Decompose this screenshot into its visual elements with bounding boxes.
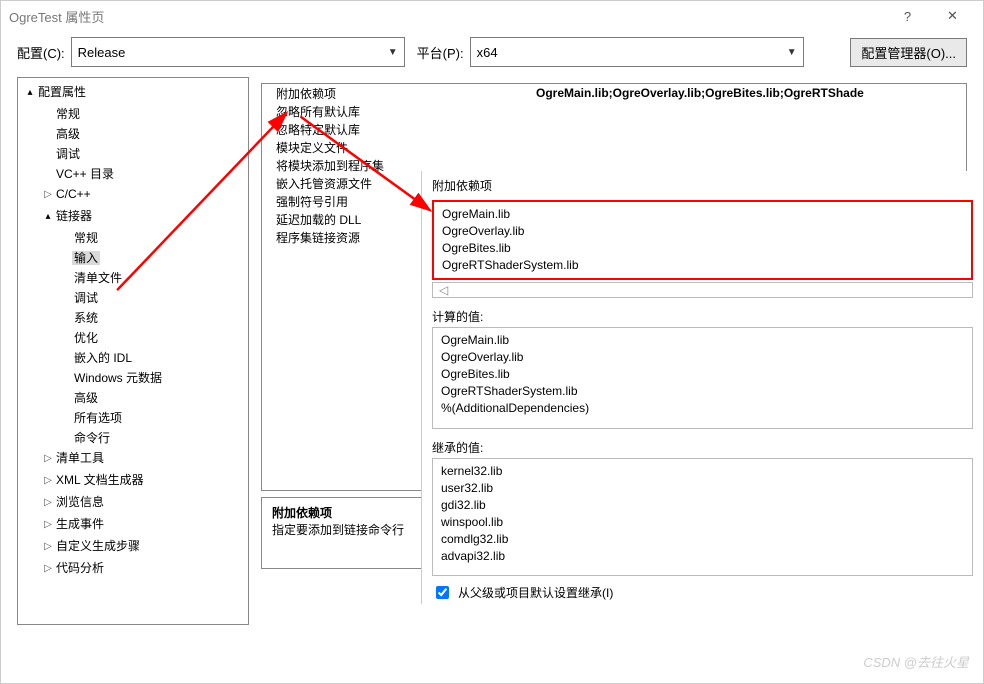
config-manager-button[interactable]: 配置管理器(O)... <box>850 38 967 67</box>
tree-node: Windows 元数据 <box>60 368 248 388</box>
calculated-values: OgreMain.lib OgreOverlay.lib OgreBites.l… <box>432 327 973 429</box>
tree-node: 清单文件 <box>60 268 248 288</box>
tree-node: ▷自定义生成步骤 <box>42 536 248 558</box>
tree-node: ▷清单工具 <box>42 448 248 470</box>
watermark: CSDN @去往火星 <box>863 652 969 671</box>
titlebar: OgreTest 属性页 ? ✕ <box>1 1 983 31</box>
tree-node: 优化 <box>60 328 248 348</box>
tree-node: 常规 <box>42 104 248 124</box>
tree-node: ▷XML 文档生成器 <box>42 470 248 492</box>
popup-title: 附加依赖项 <box>432 177 973 198</box>
chevron-down-icon: ▼ <box>787 47 797 58</box>
platform-dropdown[interactable]: x64 ▼ <box>470 37 804 67</box>
config-dropdown-value: Release <box>78 45 126 60</box>
tree-node: 高级 <box>60 388 248 408</box>
tree-node: 嵌入的 IDL <box>60 348 248 368</box>
property-row: 忽略特定默认库 <box>262 120 966 138</box>
tree-node-input: 输入 <box>60 248 248 268</box>
close-icon[interactable]: ✕ <box>930 1 975 31</box>
tree-node: 调试 <box>42 144 248 164</box>
inherit-checkbox-label: 从父级或项目默认设置继承(I) <box>458 584 613 601</box>
tree-node: ▷浏览信息 <box>42 492 248 514</box>
tree-node-root: ▴配置属性 <box>24 82 248 104</box>
inherited-values: kernel32.lib user32.lib gdi32.lib winspo… <box>432 458 973 576</box>
help-icon[interactable]: ? <box>885 1 930 31</box>
configuration-toolbar: 配置(C): Release ▼ 平台(P): x64 ▼ 配置管理器(O)..… <box>17 37 967 67</box>
inherited-label: 继承的值: <box>432 439 973 456</box>
tree-node: 所有选项 <box>60 408 248 428</box>
window-title: OgreTest 属性页 <box>9 7 104 26</box>
tree-node: 系统 <box>60 308 248 328</box>
property-tree[interactable]: ▴配置属性 常规 高级 调试 VC++ 目录 ▷C/C++ ▴链接器 常规 输入… <box>17 77 249 625</box>
platform-dropdown-value: x64 <box>477 45 498 60</box>
tree-node: 命令行 <box>60 428 248 448</box>
property-row-additional-deps[interactable]: 附加依赖项 OgreMain.lib;OgreOverlay.lib;OgreB… <box>262 84 966 102</box>
platform-label: 平台(P): <box>417 43 464 62</box>
inherit-checkbox[interactable] <box>436 586 449 599</box>
config-dropdown[interactable]: Release ▼ <box>71 37 405 67</box>
tree-node: ▷代码分析 <box>42 558 248 580</box>
tree-node: ▷生成事件 <box>42 514 248 536</box>
property-page-window: { "title": "OgreTest 属性页", "config_row":… <box>0 0 984 684</box>
tree-node: 常规 <box>60 228 248 248</box>
tree-node: VC++ 目录 <box>42 164 248 184</box>
calculated-label: 计算的值: <box>432 308 973 325</box>
additional-deps-popup: 附加依赖项 OgreMain.lib OgreOverlay.lib OgreB… <box>421 171 983 604</box>
tree-node-linker: ▴链接器 <box>42 206 248 228</box>
property-row: 忽略所有默认库 <box>262 102 966 120</box>
deps-edit-highlight: OgreMain.lib OgreOverlay.lib OgreBites.l… <box>432 200 973 280</box>
deps-textbox[interactable]: OgreMain.lib OgreOverlay.lib OgreBites.l… <box>442 206 963 274</box>
config-label: 配置(C): <box>17 43 65 62</box>
tree-node: 高级 <box>42 124 248 144</box>
property-row: 模块定义文件 <box>262 138 966 156</box>
tree-node-ccpp: ▷C/C++ <box>42 184 248 206</box>
scroll-left-icon[interactable]: ◁ <box>432 282 973 298</box>
chevron-down-icon: ▼ <box>388 47 398 58</box>
tree-node: 调试 <box>60 288 248 308</box>
